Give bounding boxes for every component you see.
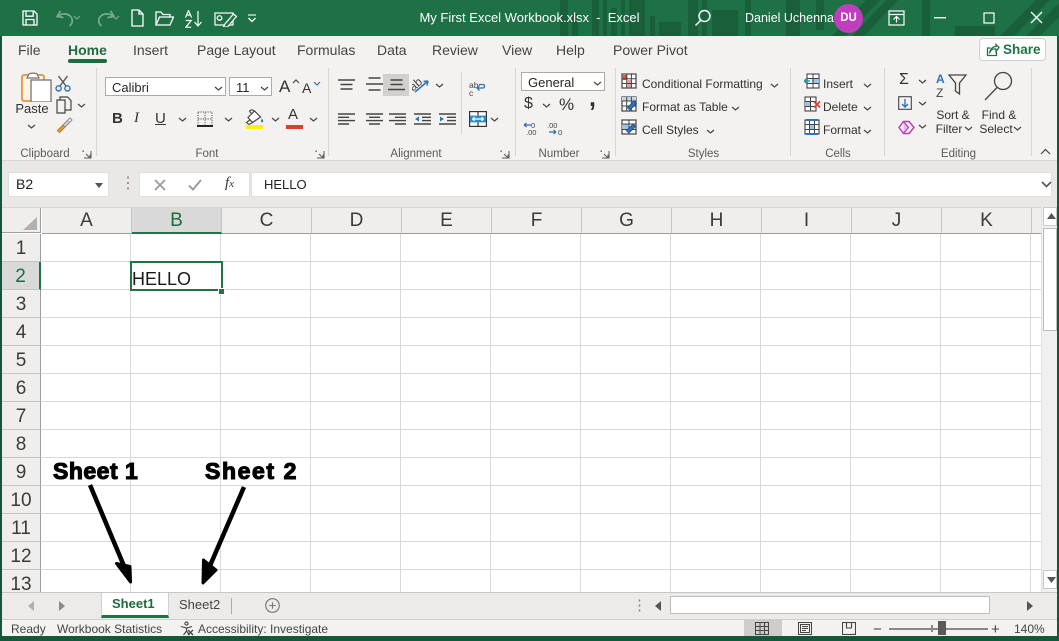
svg-text:.00: .00 (526, 128, 536, 135)
svg-text:.00: .00 (547, 121, 557, 130)
svg-text:Z: Z (936, 86, 943, 99)
svg-text:A: A (936, 72, 945, 86)
svg-text:0: 0 (558, 128, 562, 135)
